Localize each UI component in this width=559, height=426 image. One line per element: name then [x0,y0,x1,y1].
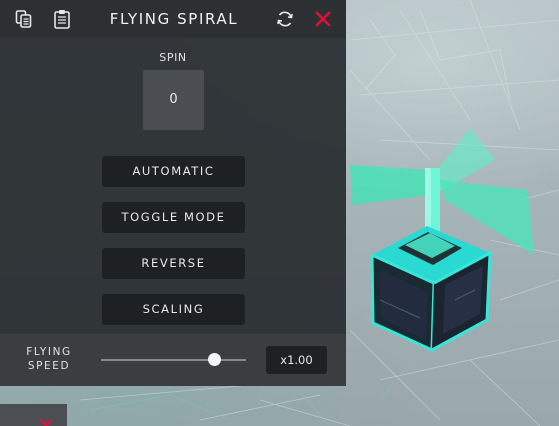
flying-spiral-panel: FLYING SPIRAL SPIN 0 AUTOMATIC TOGGLE MO… [0,0,346,386]
paste-icon[interactable] [52,9,72,29]
copy-icon[interactable] [14,9,34,29]
reverse-button[interactable]: REVERSE [102,248,245,279]
automatic-button[interactable]: AUTOMATIC [102,156,245,187]
spin-label: SPIN [159,51,187,64]
panel-titlebar[interactable]: FLYING SPIRAL [0,0,346,38]
minimized-panel[interactable] [0,404,67,426]
scaling-button[interactable]: SCALING [102,294,245,325]
close-icon[interactable] [40,416,52,426]
flying-spiral-object [350,128,534,353]
toggle-mode-button[interactable]: TOGGLE MODE [102,202,245,233]
speed-slider-track[interactable] [101,359,246,361]
speed-slider-thumb[interactable] [207,353,221,366]
flying-speed-row: FLYING SPEED x1.00 [0,334,346,386]
flying-speed-label: FLYING SPEED [26,346,72,372]
panel-title: FLYING SPIRAL [109,10,239,28]
refresh-icon[interactable] [275,9,295,29]
speed-value: x1.00 [266,346,327,374]
close-icon[interactable] [313,9,333,29]
spin-input[interactable]: 0 [143,70,204,130]
